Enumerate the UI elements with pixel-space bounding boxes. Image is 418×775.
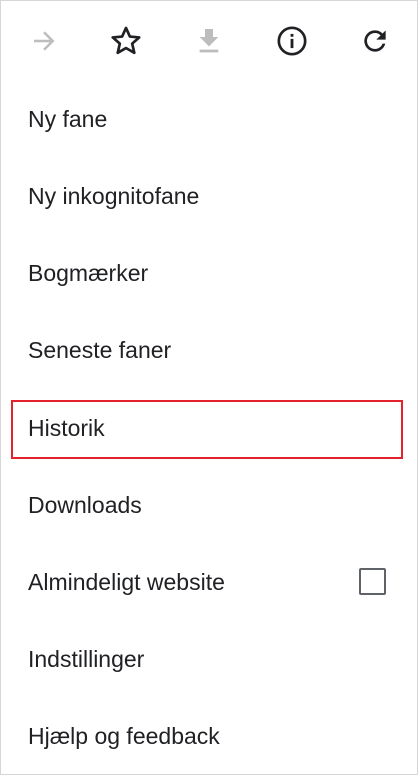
menu-item-settings[interactable]: Indstillinger [1,621,417,698]
menu-item-downloads[interactable]: Downloads [1,467,417,544]
menu-item-label: Historik [28,415,105,441]
reload-button[interactable] [355,21,395,61]
bookmark-button[interactable] [106,21,146,61]
desktop-site-checkbox[interactable] [359,568,386,595]
arrow-forward-icon [34,31,55,51]
menu-item-label: Hjælp og feedback [28,723,220,749]
menu-item-help-feedback[interactable]: Hjælp og feedback [1,698,417,775]
star-outline-icon [111,26,141,55]
menu-item-history[interactable]: Historik [1,390,417,467]
menu-item-recent-tabs[interactable]: Seneste faner [1,312,417,389]
menu-item-label: Ny inkognitofane [28,183,200,209]
info-icon [277,26,307,56]
menu-item-new-incognito-tab[interactable]: Ny inkognitofane [1,158,417,235]
menu-item-label: Downloads [28,492,142,518]
menu-item-new-tab[interactable]: Ny fane [1,81,417,158]
forward-button[interactable] [24,21,64,61]
page-info-button[interactable] [272,21,312,61]
menu-toolbar [1,1,417,81]
menu-item-label: Bogmærker [28,260,149,286]
menu-item-bookmarks[interactable]: Bogmærker [1,235,417,312]
overflow-menu: Ny fane Ny inkognitofane Bogmærker Senes… [0,0,418,775]
download-icon [199,29,219,53]
menu-item-label: Ny fane [28,106,108,132]
menu-item-label: Almindeligt website [28,569,225,595]
menu-item-label: Seneste faner [28,337,172,363]
reload-icon [364,30,386,52]
menu-item-desktop-site[interactable]: Almindeligt website [1,544,417,621]
menu-item-label: Indstillinger [28,646,145,672]
download-button[interactable] [189,21,229,61]
